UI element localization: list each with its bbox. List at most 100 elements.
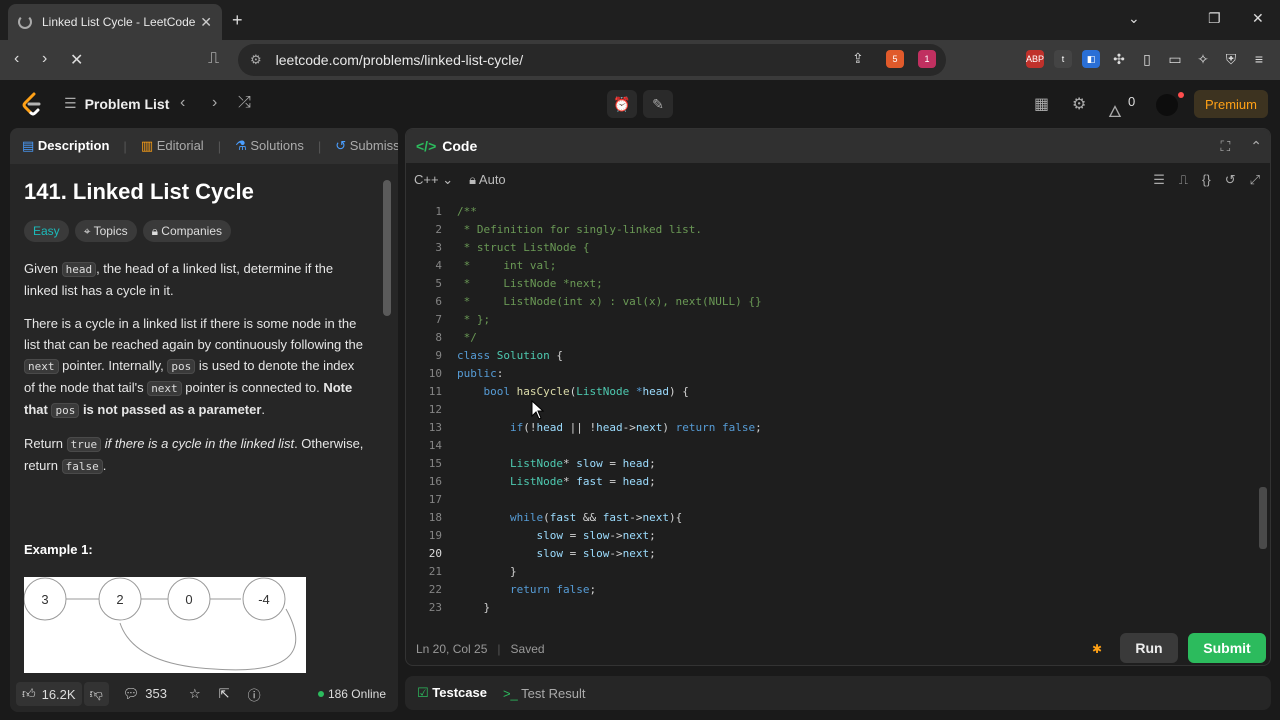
code-panel: </> Code ⛶ ⌃ C++ ⌄ 🔒︎ Auto ☰ ⎍ {} ↺ ⤢ 1 … <box>405 128 1271 666</box>
line-number: 13 <box>428 421 442 434</box>
companies-button[interactable]: 🔒︎ Companies <box>142 220 231 242</box>
streak-counter[interactable]: 🜂 0 <box>1108 94 1135 127</box>
leetcode-logo-icon[interactable] <box>20 92 42 116</box>
difficulty-badge: Easy <box>24 220 69 242</box>
code-panel-header: </> Code ⛶ ⌃ <box>406 129 1270 163</box>
sidebar-icon[interactable]: ▯ <box>1138 50 1156 68</box>
line-number: 6 <box>435 295 442 308</box>
thumbs-down-icon: 👎︎ <box>89 686 103 701</box>
new-tab-icon[interactable]: + <box>232 10 243 31</box>
page-title[interactable]: 141. Linked List Cycle <box>24 178 364 206</box>
line-number: 2 <box>435 223 442 236</box>
code-line: * struct ListNode { <box>457 241 590 254</box>
share-icon[interactable]: ⇪ <box>852 50 864 67</box>
auto-mode[interactable]: 🔒︎ Auto <box>469 172 506 188</box>
tab-editorial[interactable]: ▥ Editorial <box>141 138 204 154</box>
list-icon: ☰ <box>64 95 77 111</box>
code-line: /** <box>457 205 477 218</box>
extensions-puzzle-icon[interactable]: ✣ <box>1110 50 1128 68</box>
problem-list-button[interactable]: ☰ Problem List <box>64 95 169 112</box>
close-tab-icon[interactable]: ✕ <box>200 14 212 31</box>
help-icon[interactable]: ⓘ <box>248 685 261 704</box>
description-scrollbar[interactable] <box>382 168 392 668</box>
bookmark-code-icon[interactable]: ⎍ <box>1179 172 1188 188</box>
dislike-button[interactable]: 👎︎ <box>83 682 109 706</box>
prev-problem-icon[interactable]: ‹ <box>180 94 185 112</box>
tab-submissions[interactable]: ↺ Submission <box>335 138 398 154</box>
notification-dot <box>1178 92 1184 98</box>
tab-test-result[interactable]: >_ Test Result <box>503 686 586 701</box>
forward-icon[interactable]: › <box>42 50 47 68</box>
run-button[interactable]: Run <box>1120 633 1178 663</box>
tab-description[interactable]: ▤ Description <box>22 138 109 154</box>
back-icon[interactable]: ‹ <box>14 50 19 68</box>
leo-ai-icon[interactable]: ✧ <box>1194 50 1212 68</box>
fullscreen-icon[interactable]: ⤢ <box>1250 172 1260 188</box>
tab-solutions[interactable]: ⚗ Solutions <box>235 138 304 154</box>
line-number: 5 <box>435 277 442 290</box>
line-number: 21 <box>428 565 442 578</box>
settings-gear-icon[interactable]: ⚙ <box>1072 94 1086 114</box>
menu-icon[interactable]: ≡ <box>1250 50 1268 68</box>
code-line: public: <box>457 367 504 380</box>
favorite-star-icon[interactable]: ☆ <box>189 686 201 702</box>
editor-scrollbar[interactable] <box>1258 201 1268 621</box>
submit-button[interactable]: Submit <box>1188 633 1266 663</box>
layout-icon[interactable]: ▦ <box>1034 94 1049 114</box>
code-line: } <box>457 565 517 578</box>
share-link-icon[interactable]: ⇱ <box>219 686 230 702</box>
tab-search-icon[interactable]: ⌄ <box>1128 10 1140 27</box>
adblock-icon[interactable]: ABP <box>1026 50 1044 68</box>
stop-loading-icon[interactable]: ✕ <box>70 50 83 70</box>
line-number: 1 <box>435 205 442 218</box>
loading-spinner-icon <box>18 15 32 29</box>
bookmark-icon[interactable]: ⎍ <box>208 50 219 68</box>
braces-icon[interactable]: {} <box>1202 172 1211 188</box>
node-label: -4 <box>258 592 270 607</box>
collapse-icon[interactable]: ⌃ <box>1250 138 1262 155</box>
leetcode-header <box>0 80 1280 128</box>
comments-button[interactable]: 💬︎ 353 <box>123 686 167 702</box>
description-footer: 👍︎ 16.2K 👎︎ 💬︎ 353 ☆ ⇱ ⓘ 186 Online <box>10 676 398 712</box>
next-problem-icon[interactable]: › <box>212 94 217 112</box>
wallet-icon[interactable]: ▭ <box>1166 50 1184 68</box>
tab-testcase[interactable]: ☑ Testcase <box>417 685 487 701</box>
random-problem-icon[interactable]: ⤮ <box>238 94 251 112</box>
timer-icon[interactable]: ⏰ <box>607 90 637 118</box>
line-number: 4 <box>435 259 442 272</box>
lock-icon: 🔒︎ <box>151 224 162 238</box>
brave-shield-icon[interactable]: 5 <box>886 50 904 68</box>
debug-icon[interactable]: ✱ <box>1092 642 1102 656</box>
address-bar[interactable]: ⚙ leetcode.com/problems/linked-list-cycl… <box>238 44 946 76</box>
restore-window-icon[interactable]: ❐ <box>1208 10 1221 27</box>
tag-icon: ⌖ <box>83 224 94 238</box>
line-number: 12 <box>428 403 442 416</box>
save-status: Saved <box>510 642 545 656</box>
maximize-icon[interactable]: ⛶ <box>1220 138 1230 155</box>
description-panel: ▤ Description | ▥ Editorial | ⚗ Solution… <box>10 128 398 712</box>
code-icon: </> <box>416 138 437 154</box>
line-number: 22 <box>428 583 442 596</box>
close-window-icon[interactable]: ✕ <box>1252 10 1264 27</box>
vpn-shield-icon[interactable]: ⛨ <box>1222 50 1240 68</box>
code-line: ListNode* slow = head; <box>509 457 656 470</box>
code-line: return false; <box>509 583 597 596</box>
topics-button[interactable]: ⌖ Topics <box>74 220 137 242</box>
language-select[interactable]: C++ ⌄ <box>414 172 453 188</box>
premium-button[interactable]: Premium <box>1194 90 1268 118</box>
mouse-cursor-icon <box>531 400 545 420</box>
browser-tab[interactable]: Linked List Cycle - LeetCode ✕ <box>8 4 222 40</box>
brave-rewards-icon[interactable]: 1 <box>918 50 936 68</box>
reset-icon[interactable]: ↺ <box>1225 172 1236 188</box>
extension-t-icon[interactable]: t <box>1054 50 1072 68</box>
code-line: * ListNode(int x) : val(x), next(NULL) {… <box>457 295 762 308</box>
code-line: } <box>457 601 491 614</box>
extension-blue-icon[interactable]: ◧ <box>1082 50 1100 68</box>
avatar[interactable] <box>1156 94 1178 116</box>
code-line: slow = slow->next; <box>536 529 656 542</box>
format-icon[interactable]: ☰ <box>1153 172 1165 188</box>
site-info-icon[interactable]: ⚙ <box>250 52 262 68</box>
like-button[interactable]: 👍︎ 16.2K <box>16 682 82 706</box>
notes-icon[interactable]: ✎ <box>643 90 673 118</box>
